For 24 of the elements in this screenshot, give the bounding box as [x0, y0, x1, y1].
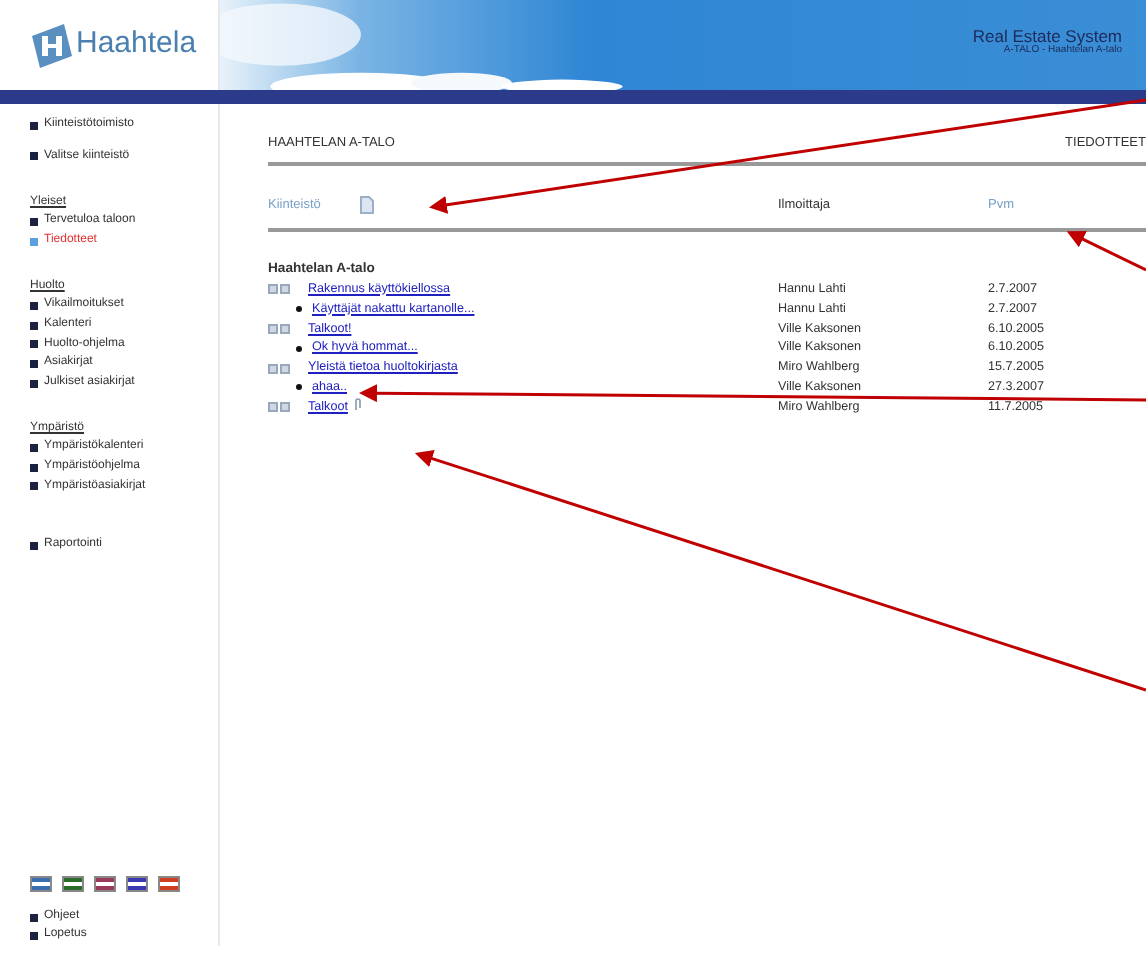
annotation-arrow	[1066, 231, 1146, 272]
document-icon[interactable]	[360, 196, 375, 215]
edit-icon[interactable]	[268, 363, 278, 373]
app-title: Real Estate System	[972, 28, 1122, 46]
flag-icon[interactable]	[94, 875, 116, 892]
bullet-icon	[30, 932, 38, 941]
flag-icon[interactable]	[158, 875, 180, 892]
bullet-icon	[296, 384, 302, 391]
paperclip-icon	[353, 398, 362, 413]
delete-icon[interactable]	[280, 363, 290, 373]
bullet-icon	[296, 305, 302, 312]
flag-icon[interactable]	[30, 875, 52, 892]
bullet-icon	[296, 345, 302, 352]
logo-icon	[28, 23, 76, 67]
edit-icon[interactable]	[268, 402, 278, 413]
flag-icon[interactable]	[126, 875, 148, 892]
flag-icon[interactable]	[62, 875, 84, 892]
edit-icon[interactable]	[268, 323, 278, 334]
delete-icon[interactable]	[280, 323, 290, 334]
delete-icon[interactable]	[280, 402, 290, 413]
bullet-icon	[30, 913, 38, 922]
edit-icon[interactable]	[268, 283, 278, 294]
delete-icon[interactable]	[280, 283, 290, 294]
logo-text: Haahtela	[76, 24, 197, 65]
